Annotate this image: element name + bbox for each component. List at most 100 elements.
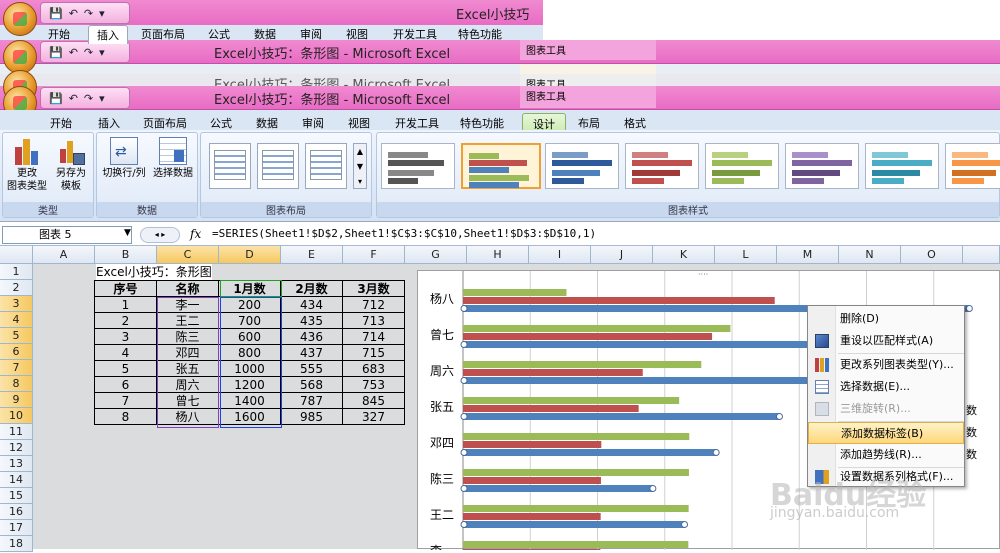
column-header-k[interactable]: K xyxy=(653,246,715,264)
column-header-l[interactable]: L xyxy=(715,246,777,264)
customize-icon[interactable]: ▾ xyxy=(99,7,105,20)
row-header-18[interactable]: 18 xyxy=(0,536,33,552)
layout-gallery-scroll[interactable]: ▲ ▼ ▾ xyxy=(353,143,367,189)
row-header-10[interactable]: 10 xyxy=(0,408,33,424)
row-header-16[interactable]: 16 xyxy=(0,504,33,520)
row-header-5[interactable]: 5 xyxy=(0,328,33,344)
tab-review[interactable]: 审阅 xyxy=(292,25,330,43)
row-header-9[interactable]: 9 xyxy=(0,392,33,408)
table-header-cell[interactable]: 2月数 xyxy=(280,280,343,297)
row-header-2[interactable]: 2 xyxy=(0,280,33,296)
layout-thumbnail-2[interactable] xyxy=(257,143,299,189)
table-cell[interactable]: 5 xyxy=(94,360,157,377)
row-header-15[interactable]: 15 xyxy=(0,488,33,504)
tab-formulas[interactable]: 公式 xyxy=(200,25,238,43)
column-header-o[interactable]: O xyxy=(901,246,963,264)
style-thumbnail-2[interactable] xyxy=(461,143,541,189)
table-cell[interactable]: 435 xyxy=(280,312,343,329)
tab-page-layout[interactable]: 页面布局 xyxy=(133,25,193,43)
customize-icon[interactable]: ▾ xyxy=(99,92,105,105)
sheet-title[interactable]: Excel小技巧：条形图 xyxy=(96,264,212,280)
save-icon[interactable]: 💾 xyxy=(49,92,63,105)
row-header-14[interactable]: 14 xyxy=(0,472,33,488)
column-header-a[interactable]: A xyxy=(33,246,95,264)
save-as-template-button[interactable]: 另存为 模板 xyxy=(51,137,91,193)
column-header-n[interactable]: N xyxy=(839,246,901,264)
menu-item-change-series-chart-type[interactable]: 更改系列图表类型(Y)... xyxy=(808,354,964,376)
style-thumbnail-5[interactable] xyxy=(705,143,779,189)
row-header-11[interactable]: 11 xyxy=(0,424,33,440)
menu-item-select-data[interactable]: 选择数据(E)... xyxy=(808,376,964,398)
table-cell[interactable]: 985 xyxy=(280,408,343,425)
style-thumbnail-7[interactable] xyxy=(865,143,939,189)
column-header-b[interactable]: B xyxy=(95,246,157,264)
name-box-dropdown-icon[interactable]: ▼ xyxy=(124,228,131,238)
table-cell[interactable]: 3 xyxy=(94,328,157,345)
switch-row-column-button[interactable]: ⇄ 切换行/列 xyxy=(99,137,149,180)
style-thumbnail-6[interactable] xyxy=(785,143,859,189)
column-header-h[interactable]: H xyxy=(467,246,529,264)
row-header-13[interactable]: 13 xyxy=(0,456,33,472)
office-button[interactable] xyxy=(3,40,37,74)
save-icon[interactable]: 💾 xyxy=(49,7,63,20)
select-data-button[interactable]: 选择数据 xyxy=(149,137,197,180)
redo-icon[interactable]: ↷ xyxy=(84,46,93,59)
style-thumbnail-8[interactable] xyxy=(945,143,1000,189)
menu-item-add-trendline[interactable]: 添加趋势线(R)... xyxy=(808,444,964,466)
row-header-4[interactable]: 4 xyxy=(0,312,33,328)
table-cell[interactable]: 845 xyxy=(342,392,405,409)
tab-view[interactable]: 视图 xyxy=(338,25,376,43)
menu-item-reset-style[interactable]: 重设以匹配样式(A) xyxy=(808,330,964,352)
tab-developer[interactable]: 开发工具 xyxy=(385,25,445,43)
table-cell[interactable]: 568 xyxy=(280,376,343,393)
table-cell[interactable]: 434 xyxy=(280,296,343,313)
row-header-6[interactable]: 6 xyxy=(0,344,33,360)
column-header-m[interactable]: M xyxy=(777,246,839,264)
table-cell[interactable]: 715 xyxy=(342,344,405,361)
table-cell[interactable]: 714 xyxy=(342,328,405,345)
table-cell[interactable]: 436 xyxy=(280,328,343,345)
table-cell[interactable]: 712 xyxy=(342,296,405,313)
redo-icon[interactable]: ↷ xyxy=(84,7,93,20)
redo-icon[interactable]: ↷ xyxy=(84,92,93,105)
menu-item-add-data-labels[interactable]: 添加数据标签(B) xyxy=(808,422,964,444)
save-icon[interactable]: 💾 xyxy=(49,46,63,59)
formula-input[interactable]: =SERIES(Sheet1!$D$2,Sheet1!$C$3:$C$10,Sh… xyxy=(212,227,596,240)
undo-icon[interactable]: ↶ xyxy=(69,46,78,59)
table-header-cell[interactable]: 3月数 xyxy=(342,280,405,297)
column-header-e[interactable]: E xyxy=(281,246,343,264)
table-cell[interactable]: 437 xyxy=(280,344,343,361)
table-cell[interactable]: 713 xyxy=(342,312,405,329)
row-header-8[interactable]: 8 xyxy=(0,376,33,392)
change-chart-type-button[interactable]: 更改 图表类型 xyxy=(7,137,47,193)
table-cell[interactable]: 327 xyxy=(342,408,405,425)
table-cell[interactable]: 787 xyxy=(280,392,343,409)
undo-icon[interactable]: ↶ xyxy=(69,92,78,105)
table-header-cell[interactable]: 序号 xyxy=(94,280,157,297)
tab-insert[interactable]: 插入 xyxy=(88,25,128,44)
name-box[interactable]: 图表 5 xyxy=(2,226,132,244)
column-header-d[interactable]: D xyxy=(219,246,281,264)
column-header-j[interactable]: J xyxy=(591,246,653,264)
column-header-g[interactable]: G xyxy=(405,246,467,264)
layout-thumbnail-3[interactable] xyxy=(305,143,347,189)
style-thumbnail-1[interactable] xyxy=(381,143,455,189)
table-cell[interactable]: 7 xyxy=(94,392,157,409)
style-thumbnail-3[interactable] xyxy=(545,143,619,189)
row-header-17[interactable]: 17 xyxy=(0,520,33,536)
row-header-3[interactable]: 3 xyxy=(0,296,33,312)
table-cell[interactable]: 555 xyxy=(280,360,343,377)
table-cell[interactable]: 6 xyxy=(94,376,157,393)
menu-item-delete[interactable]: 删除(D) xyxy=(808,308,964,330)
row-header-12[interactable]: 12 xyxy=(0,440,33,456)
table-cell[interactable]: 2 xyxy=(94,312,157,329)
table-header-cell[interactable]: 名称 xyxy=(156,280,219,297)
column-header-f[interactable]: F xyxy=(343,246,405,264)
row-header-7[interactable]: 7 xyxy=(0,360,33,376)
layout-thumbnail-1[interactable] xyxy=(209,143,251,189)
fx-icon[interactable]: fx xyxy=(190,227,201,241)
table-cell[interactable]: 8 xyxy=(94,408,157,425)
tab-features[interactable]: 特色功能 xyxy=(450,25,510,43)
table-cell[interactable]: 4 xyxy=(94,344,157,361)
select-all-corner[interactable] xyxy=(0,246,33,264)
